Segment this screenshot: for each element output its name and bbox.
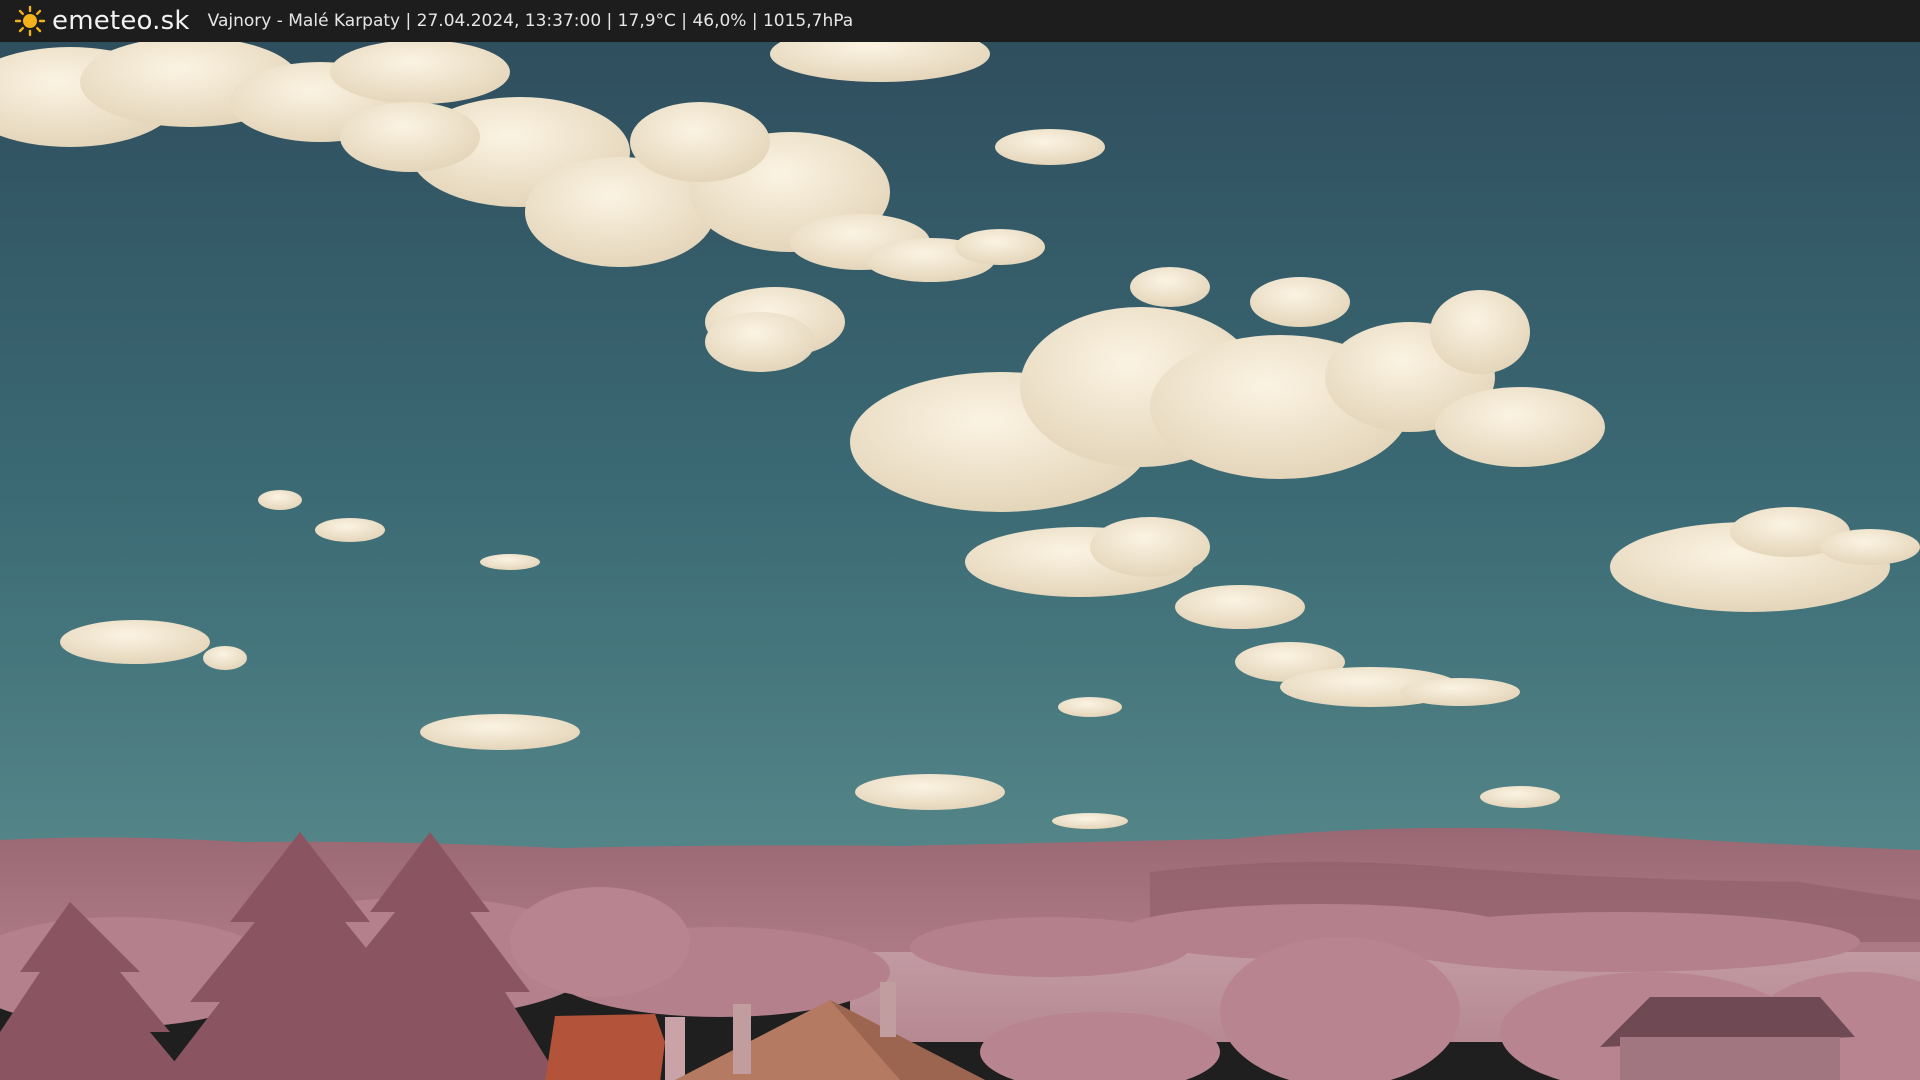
- cloud: [995, 129, 1105, 165]
- sun-icon: [14, 5, 46, 37]
- station-caption: Vajnory - Malé Karpaty | 27.04.2024, 13:…: [207, 11, 854, 31]
- webcam-image: [0, 42, 1920, 1080]
- webcam-frame: emeteo.sk Vajnory - Malé Karpaty | 27.04…: [0, 0, 1920, 1080]
- cloud: [420, 714, 580, 750]
- top-caption-bar: emeteo.sk Vajnory - Malé Karpaty | 27.04…: [0, 0, 1920, 42]
- house-right: [1600, 997, 1855, 1080]
- house-roof-left: [545, 1014, 685, 1080]
- brand-logo-text: emeteo.sk: [52, 6, 190, 36]
